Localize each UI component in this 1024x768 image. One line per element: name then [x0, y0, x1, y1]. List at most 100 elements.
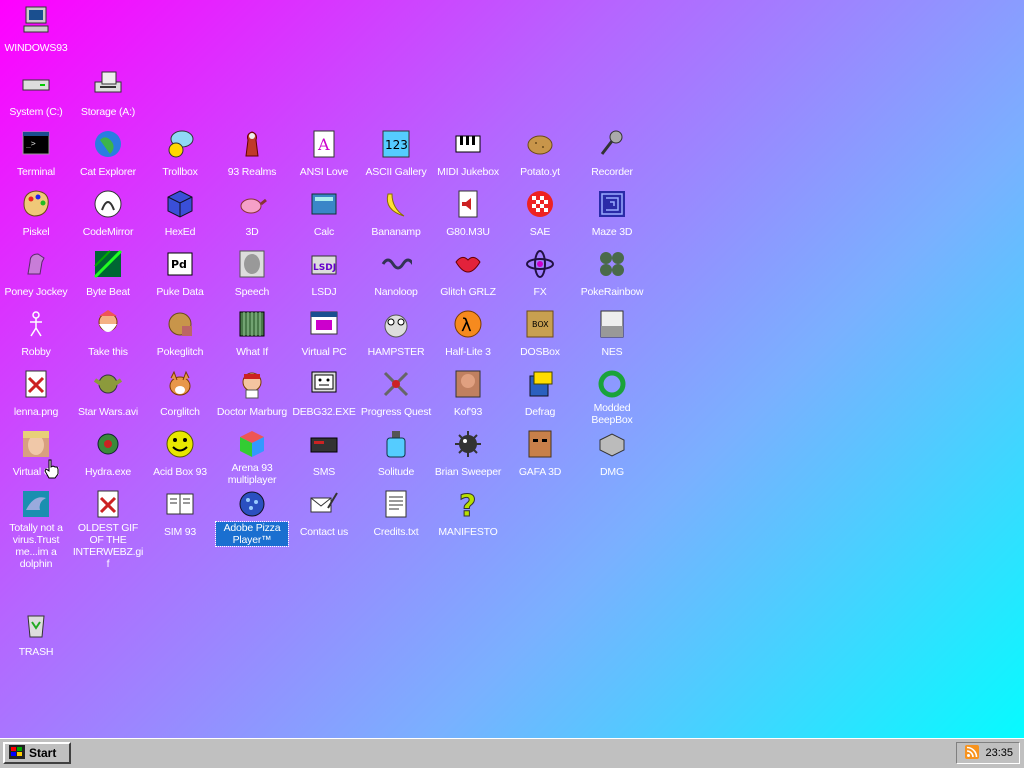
desktop-icon-contact-us[interactable]: Contact us	[288, 488, 360, 540]
windows-logo-icon	[9, 744, 25, 762]
desktop-icon-virtual-girl[interactable]: Virtual Girl	[0, 428, 72, 480]
desktop-icon-manifesto[interactable]: ? MANIFESTO	[432, 488, 504, 540]
desktop-icon-3d[interactable]: 3D	[216, 188, 288, 240]
desktop-icon-virtual-pc[interactable]: Virtual PC	[288, 308, 360, 360]
desktop-icon-ansi-love[interactable]: A ANSI Love	[288, 128, 360, 180]
floppy-drive-icon	[92, 68, 124, 100]
desktop-icon-arena-93-multiplayer[interactable]: Arena 93 multiplayer	[216, 428, 288, 488]
desktop-icon-windows93[interactable]: WINDOWS93	[0, 4, 72, 56]
desktop-icon-cat-explorer[interactable]: Cat Explorer	[72, 128, 144, 180]
desktop-icon-g80-m3u[interactable]: G80.M3U	[432, 188, 504, 240]
desktop-icon-half-lite-3[interactable]: λ Half-Lite 3	[432, 308, 504, 360]
desktop-icon-nanoloop[interactable]: Nanoloop	[360, 248, 432, 300]
desktop-icon-speech[interactable]: Speech	[216, 248, 288, 300]
desktop-icon-label: Hydra.exe	[84, 466, 132, 478]
desktop-icon-piskel[interactable]: Piskel	[0, 188, 72, 240]
desktop-icon-label: Credits.txt	[373, 526, 419, 538]
desktop-icon-label: lenna.png	[13, 406, 59, 418]
cat-globe-icon	[92, 128, 124, 160]
desktop-icon-midi-jukebox[interactable]: MIDI Jukebox	[432, 128, 504, 180]
desktop-icon-brian-sweeper[interactable]: Brian Sweeper	[432, 428, 504, 480]
desktop-icon-totally-not-a-virus-trust-me-im-a-dolphin[interactable]: Totally not a virus.Trust me...im a dolp…	[0, 488, 72, 572]
desktop-icon-modded-beepbox[interactable]: Modded BeepBox	[576, 368, 648, 428]
desktop-icon-label: SMS	[312, 466, 336, 478]
desktop-icon-label: Glitch GRLZ	[440, 286, 496, 298]
desktop-icon-potato-yt[interactable]: Potato.yt	[504, 128, 576, 180]
desktop-icon-label: What If	[236, 346, 268, 358]
desktop-icon-debg32-exe[interactable]: DEBG32.EXE	[288, 368, 360, 420]
desktop-icon-dmg[interactable]: DMG	[576, 428, 648, 480]
desktop-icon-label: Kof'93	[453, 406, 483, 418]
desktop-icon-label: SAE	[529, 226, 551, 238]
numbers-icon: 123	[380, 128, 412, 160]
atom-icon	[524, 248, 556, 280]
desktop-icon-calc[interactable]: Calc	[288, 188, 360, 240]
pizza-icon	[236, 488, 268, 520]
desktop-icon-kof-93[interactable]: Kof'93	[432, 368, 504, 420]
desktop-icon-trollbox[interactable]: Trollbox	[144, 128, 216, 180]
desktop-icon-codemirror[interactable]: CodeMirror	[72, 188, 144, 240]
desktop-icon-byte-beat[interactable]: Byte Beat	[72, 248, 144, 300]
desktop-icon-trash[interactable]: TRASH	[0, 608, 72, 660]
desktop-icon-pokerainbow[interactable]: PokeRainbow	[576, 248, 648, 300]
terminal-icon: _>	[20, 128, 52, 160]
calculator-icon	[308, 188, 340, 220]
desktop-icon-lsdj[interactable]: LSDJ LSDJ	[288, 248, 360, 300]
console-icon	[308, 428, 340, 460]
desktop-icon-oldest-gif-of-the-interwebz-gif[interactable]: OLDEST GIF OF THE INTERWEBZ.gif	[72, 488, 144, 572]
desktop-icon-label: FX	[533, 286, 547, 298]
desktop-icon-ascii-gallery[interactable]: 123 ASCII Gallery	[360, 128, 432, 180]
rss-icon[interactable]	[965, 744, 980, 762]
desktop-icon-label: Doctor Marburg	[216, 406, 288, 418]
desktop-icon-sim-93[interactable]: SIM 93	[144, 488, 216, 540]
desktop-icon-lenna-png[interactable]: lenna.png	[0, 368, 72, 420]
desktop-icon-star-wars-avi[interactable]: Star Wars.avi	[72, 368, 144, 420]
desktop-icon-93-realms[interactable]: 93 Realms	[216, 128, 288, 180]
desktop-icon-corglitch[interactable]: Corglitch	[144, 368, 216, 420]
desktop-icon-puke-data[interactable]: Pd Puke Data	[144, 248, 216, 300]
lips-icon	[452, 248, 484, 280]
desktop-icon-system-c[interactable]: System (C:)	[0, 68, 72, 120]
desktop-icon-recorder[interactable]: Recorder	[576, 128, 648, 180]
desktop-icon-dosbox[interactable]: BOX DOSBox	[504, 308, 576, 360]
pony-icon	[20, 248, 52, 280]
desktop-icon-label: Robby	[21, 346, 51, 358]
desktop-icon-acid-box-93[interactable]: Acid Box 93	[144, 428, 216, 480]
palette-icon	[20, 188, 52, 220]
desktop-icon-doctor-marburg[interactable]: Doctor Marburg	[216, 368, 288, 420]
desktop-icon-gafa-3d[interactable]: GAFA 3D	[504, 428, 576, 480]
letter-pen-icon	[308, 488, 340, 520]
cube-icon	[164, 188, 196, 220]
desktop-icon-label: Calc	[313, 226, 335, 238]
checker-ball-icon	[524, 188, 556, 220]
desktop-icon-robby[interactable]: Robby	[0, 308, 72, 360]
computer-icon	[20, 4, 52, 36]
desktop-icon-bananamp[interactable]: Bananamp	[360, 188, 432, 240]
desktop-icon-nes[interactable]: NES	[576, 308, 648, 360]
desktop-icon-defrag[interactable]: Defrag	[504, 368, 576, 420]
clock: 23:35	[985, 747, 1013, 759]
desktop-icon-fx[interactable]: FX	[504, 248, 576, 300]
desktop-icon-sae[interactable]: SAE	[504, 188, 576, 240]
desktop-icon-take-this[interactable]: Take this	[72, 308, 144, 360]
desktop-icon-terminal[interactable]: _> Terminal	[0, 128, 72, 180]
desktop-icon-storage-a[interactable]: Storage (A:)	[72, 68, 144, 120]
desktop-icon-progress-quest[interactable]: Progress Quest	[360, 368, 432, 420]
desktop-icon-poney-jockey[interactable]: Poney Jockey	[0, 248, 72, 300]
desktop-icon-adobe-pizza-player[interactable]: Adobe Pizza Player™	[215, 488, 289, 548]
microphone-icon	[596, 128, 628, 160]
desktop-icon-hampster[interactable]: HAMPSTER	[360, 308, 432, 360]
desktop-icon-solitude[interactable]: Solitude	[360, 428, 432, 480]
desktop-icon-maze-3d[interactable]: Maze 3D	[576, 188, 648, 240]
start-button[interactable]: Start	[3, 742, 71, 764]
desktop-icon-label: Progress Quest	[360, 406, 432, 418]
desktop-icon-what-if[interactable]: What If	[216, 308, 288, 360]
desktop-icon-sms[interactable]: SMS	[288, 428, 360, 480]
desktop-icon-credits-txt[interactable]: Credits.txt	[360, 488, 432, 540]
desktop-icon-pokeglitch[interactable]: Pokeglitch	[144, 308, 216, 360]
desktop-icon-hexed[interactable]: HexEd	[144, 188, 216, 240]
desktop-icon-label: ASCII Gallery	[365, 166, 427, 178]
gif-file-icon	[92, 488, 124, 520]
desktop-icon-glitch-grlz[interactable]: Glitch GRLZ	[432, 248, 504, 300]
desktop-icon-hydra-exe[interactable]: Hydra.exe	[72, 428, 144, 480]
